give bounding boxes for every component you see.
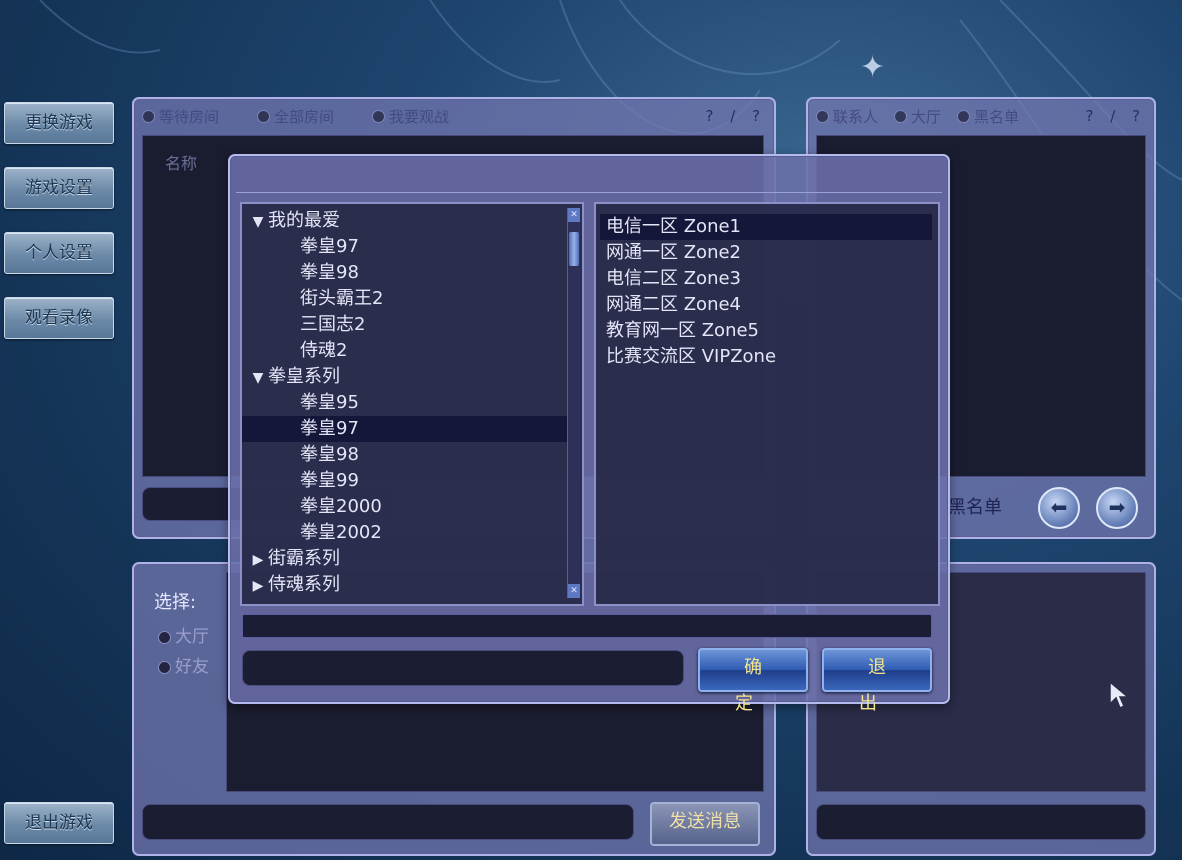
mouse-cursor-icon xyxy=(1109,680,1130,710)
zone-select-dialog: ▼ 我的最爱 拳皇97 拳皇98 街头霸王2 三国志2 侍魂2 ▼ 拳皇系列 拳皇95 拳皇97 拳皇… xyxy=(228,154,950,714)
chat-select-label: 选择: xyxy=(154,592,197,613)
blacklist-label: 黑名单 xyxy=(948,497,1002,518)
zone-item[interactable]: 电信一区 Zone1 xyxy=(600,214,932,240)
radio-icon xyxy=(142,109,155,123)
zone-item[interactable]: 教育网一区 Zone5 xyxy=(600,318,932,344)
change-game-button[interactable]: 更换游戏 xyxy=(4,102,114,144)
send-message-button[interactable]: 发送消息 xyxy=(650,802,760,846)
tree-item[interactable]: 拳皇98 xyxy=(242,442,568,468)
scroll-up-icon[interactable]: ✕ xyxy=(568,208,580,222)
prev-button[interactable]: ⬅ xyxy=(1038,487,1080,529)
friends-count: ? / ? xyxy=(1085,107,1146,125)
tree-group[interactable]: ▼ 拳皇系列 xyxy=(242,364,568,390)
chat-message-input[interactable] xyxy=(142,804,634,840)
tree-scrollbar[interactable]: ✕ ✕ xyxy=(567,208,580,598)
expand-down-icon[interactable]: ▼ xyxy=(248,209,268,235)
tree-label: 拳皇99 xyxy=(300,470,359,491)
tree-item[interactable]: 侍魂2 xyxy=(242,338,568,364)
dialog-input[interactable] xyxy=(242,650,684,686)
tree-label: 拳皇97 xyxy=(300,236,359,257)
radio-icon xyxy=(372,109,386,123)
tab-waiting-rooms[interactable]: 等待房间 xyxy=(142,106,219,127)
arrow-left-icon: ⬅ xyxy=(1050,495,1068,519)
radio-icon xyxy=(894,109,908,123)
tree-label: 拳皇系列 xyxy=(268,366,340,387)
confirm-button[interactable]: 确 定 xyxy=(698,648,808,714)
room-panel-header: 等待房间 全部房间 我要观战 ? / ? xyxy=(142,105,766,127)
tree-label: 街霸系列 xyxy=(268,548,340,569)
radio-icon xyxy=(957,109,971,123)
friends-panel-header: 联系人 大厅 黑名单 ? / ? xyxy=(816,105,1146,127)
tree-label: 拳皇98 xyxy=(300,444,359,465)
zone-item[interactable]: 比赛交流区 VIPZone xyxy=(600,344,932,370)
chat-option-friends[interactable]: 好友 xyxy=(158,652,209,677)
zone-item[interactable]: 电信二区 Zone3 xyxy=(600,266,932,292)
tree-item[interactable]: 拳皇97 xyxy=(242,234,568,260)
arrow-right-icon: ➡ xyxy=(1108,495,1126,519)
tab-blacklist[interactable]: 黑名单 xyxy=(957,106,1019,127)
tree-label: 侍魂系列 xyxy=(268,574,340,595)
dialog-title-bar xyxy=(236,162,942,193)
personal-settings-button[interactable]: 个人设置 xyxy=(4,232,114,274)
scroll-down-icon[interactable]: ✕ xyxy=(568,584,580,598)
tree-item[interactable]: 拳皇98 xyxy=(242,260,568,286)
tree-label: 拳皇98 xyxy=(300,262,359,283)
tree-item[interactable]: 三国志2 xyxy=(242,312,568,338)
tree-group[interactable]: ▼ 我的最爱 xyxy=(242,208,568,234)
game-settings-button[interactable]: 游戏设置 xyxy=(4,167,114,209)
next-button[interactable]: ➡ xyxy=(1096,487,1138,529)
tree-group[interactable]: ▶ 街霸系列 xyxy=(242,546,568,572)
tab-lobby[interactable]: 大厅 xyxy=(894,106,941,127)
sparkle-icon: ✦ xyxy=(860,50,886,85)
column-name-header[interactable]: 名称 xyxy=(165,150,197,174)
tree-label: 侍魂2 xyxy=(300,340,348,361)
zone-item[interactable]: 网通二区 Zone4 xyxy=(600,292,932,318)
tree-label: 拳皇95 xyxy=(300,392,359,413)
exit-button[interactable]: 退 出 xyxy=(822,648,932,714)
expand-right-icon[interactable]: ▶ xyxy=(248,573,268,599)
tree-label: 拳皇2000 xyxy=(300,496,382,517)
tab-contacts[interactable]: 联系人 xyxy=(816,106,878,127)
tree-label: 拳皇2002 xyxy=(300,522,382,543)
tab-all-rooms[interactable]: 全部房间 xyxy=(257,106,334,127)
expand-right-icon[interactable]: ▶ xyxy=(248,547,268,573)
tree-label: 街头霸王2 xyxy=(300,288,384,309)
room-count: ? / ? xyxy=(705,107,766,125)
tree-item[interactable]: 拳皇2000 xyxy=(242,494,568,520)
chat-option-lobby[interactable]: 大厅 xyxy=(158,622,209,647)
tree-label: 三国志2 xyxy=(300,314,366,335)
zone-list[interactable]: 电信一区 Zone1 网通一区 Zone2 电信二区 Zone3 网通二区 Zone4… xyxy=(594,202,940,606)
tree-label: 我的最爱 xyxy=(268,210,340,231)
tab-spectate[interactable]: 我要观战 xyxy=(372,106,449,127)
tree-item[interactable]: 街头霸王2 xyxy=(242,286,568,312)
exit-game-button[interactable]: 退出游戏 xyxy=(4,802,114,844)
tree-item[interactable]: 拳皇99 xyxy=(242,468,568,494)
dialog-status-bar xyxy=(242,614,932,638)
info-input[interactable] xyxy=(816,804,1146,840)
tree-group[interactable]: ▶ 侍魂系列 xyxy=(242,572,568,598)
tree-item[interactable]: 拳皇2002 xyxy=(242,520,568,546)
zone-item[interactable]: 网通一区 Zone2 xyxy=(600,240,932,266)
scroll-thumb[interactable] xyxy=(569,232,579,266)
tree-item[interactable]: 拳皇95 xyxy=(242,390,568,416)
radio-icon xyxy=(257,109,271,123)
watch-replay-button[interactable]: 观看录像 xyxy=(4,297,114,339)
radio-icon xyxy=(158,660,171,674)
game-tree[interactable]: ▼ 我的最爱 拳皇97 拳皇98 街头霸王2 三国志2 侍魂2 ▼ 拳皇系列 拳皇95 拳皇97 拳皇… xyxy=(240,202,584,606)
radio-icon xyxy=(816,109,829,123)
radio-icon xyxy=(158,630,171,644)
tree-label: 拳皇97 xyxy=(300,418,359,439)
expand-down-icon[interactable]: ▼ xyxy=(248,365,268,391)
tree-item[interactable]: 拳皇97 xyxy=(242,416,568,442)
